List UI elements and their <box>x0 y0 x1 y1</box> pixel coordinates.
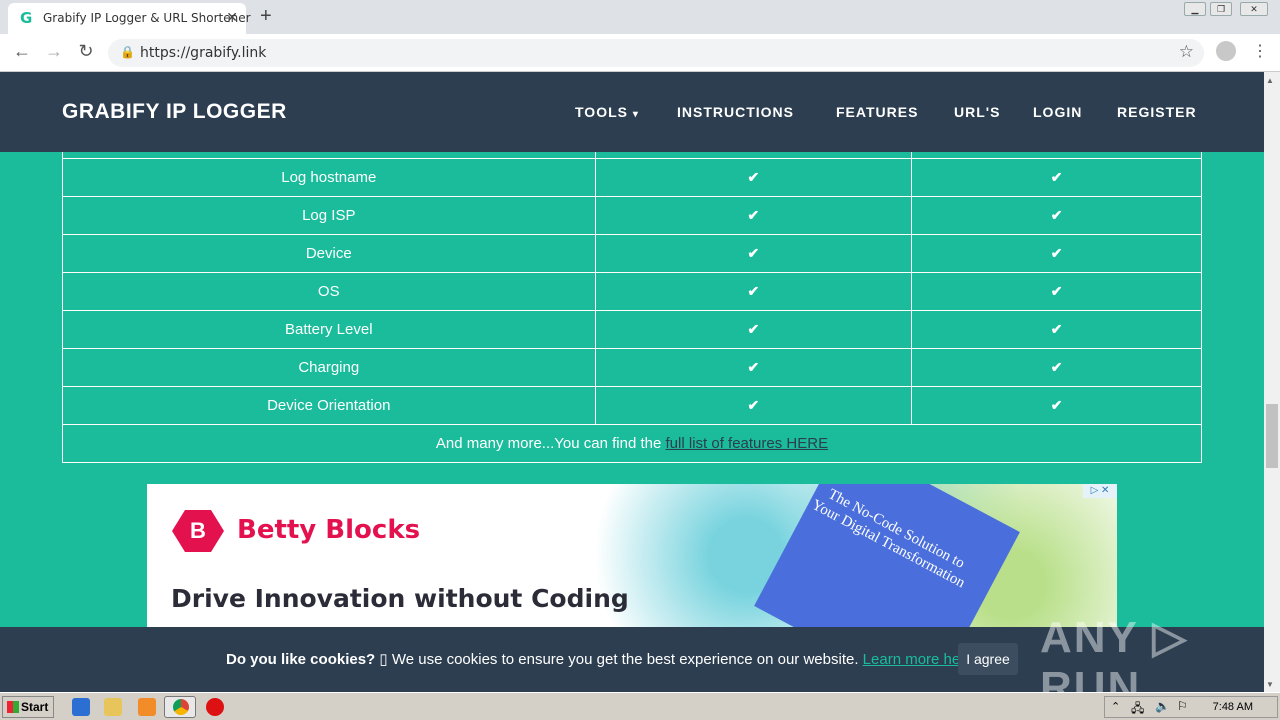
start-button[interactable]: Start <box>2 696 54 718</box>
cookie-body: We use cookies to ensure you get the bes… <box>387 651 863 668</box>
advertisement-banner[interactable]: The No-Code Solution to Your Digital Tra… <box>147 484 1117 627</box>
check-icon: ✔ <box>1050 282 1063 299</box>
feature-name: Charging <box>62 347 596 387</box>
page-scrollbar[interactable] <box>1264 72 1280 692</box>
windows-logo-icon <box>7 701 19 713</box>
feature-name: Device <box>62 233 596 273</box>
check-icon: ✔ <box>747 244 760 261</box>
table-row: Battery Level ✔ ✔ <box>62 309 1202 349</box>
check-icon: ✔ <box>1050 244 1063 261</box>
check-icon: ✔ <box>747 168 760 185</box>
chrome-icon <box>173 699 189 715</box>
features-table: Log hostname ✔ ✔ Log ISP ✔ ✔ Device ✔ ✔ … <box>62 152 1202 463</box>
scrollbar-thumb[interactable] <box>1266 404 1278 468</box>
nav-instructions[interactable]: INSTRUCTIONS <box>677 104 794 120</box>
action-center-flag-icon[interactable]: ⚐ <box>1177 699 1188 713</box>
site-navbar: GRABIFY IP LOGGER TOOLS ▾ INSTRUCTIONS F… <box>0 72 1264 152</box>
full-features-link[interactable]: full list of features HERE <box>666 435 829 452</box>
ad-brand: Betty Blocks <box>237 515 421 545</box>
learn-more-link[interactable]: Learn more here <box>863 651 974 668</box>
check-icon: ✔ <box>747 320 760 337</box>
check-icon: ✔ <box>1050 168 1063 185</box>
grabify-favicon-icon: G <box>20 9 33 27</box>
table-row: Log ISP ✔ ✔ <box>62 195 1202 235</box>
start-label: Start <box>21 700 49 714</box>
close-window-icon[interactable]: ✕ <box>1240 2 1268 16</box>
system-tray: ⌃ 🖧 🔈 ⚐ 7:48 AM <box>1104 696 1278 718</box>
check-icon: ✔ <box>747 396 760 413</box>
windows-taskbar: Start ⌃ 🖧 🔈 ⚐ 7:48 AM <box>0 692 1280 720</box>
chrome-taskbar-button[interactable] <box>164 696 196 718</box>
address-bar[interactable]: 🔒 https://grabify.link ☆ <box>108 39 1204 67</box>
nav-urls[interactable]: URL'S <box>954 104 1000 120</box>
new-tab-icon[interactable]: + <box>260 5 272 28</box>
feature-name: Log hostname <box>62 157 596 197</box>
agree-button[interactable]: I agree <box>958 643 1018 675</box>
clock[interactable]: 7:48 AM <box>1213 701 1253 713</box>
table-row: Device ✔ ✔ <box>62 233 1202 273</box>
lock-icon: 🔒 <box>120 45 135 59</box>
nav-tools-label: TOOLS <box>575 104 628 120</box>
table-row: Device Orientation ✔ ✔ <box>62 385 1202 425</box>
check-icon: ✔ <box>1050 206 1063 223</box>
profile-avatar-icon[interactable] <box>1216 41 1236 61</box>
close-tab-icon[interactable]: ✕ <box>226 9 238 26</box>
reload-icon[interactable]: ↻ <box>74 41 98 62</box>
browser-tab[interactable]: G Grabify IP Logger & URL Shortener ✕ <box>8 3 251 34</box>
nav-login[interactable]: LOGIN <box>1033 104 1082 120</box>
feature-name: Battery Level <box>62 309 596 349</box>
ad-headline: Drive Innovation without Coding <box>171 584 629 613</box>
nav-register[interactable]: REGISTER <box>1117 104 1197 120</box>
feature-name: OS <box>62 271 596 311</box>
site-brand[interactable]: GRABIFY IP LOGGER <box>62 100 287 124</box>
check-icon: ✔ <box>1050 320 1063 337</box>
cookie-emoji-icon: ▯ <box>379 651 388 668</box>
feature-name: Device Orientation <box>62 385 596 425</box>
network-icon[interactable]: 🖧 <box>1131 699 1144 720</box>
check-icon: ✔ <box>747 358 760 375</box>
check-icon: ✔ <box>1050 358 1063 375</box>
nav-features[interactable]: FEATURES <box>836 104 918 120</box>
browser-menu-icon[interactable]: ⋮ <box>1252 41 1268 61</box>
restore-window-icon[interactable]: ❐ <box>1210 2 1232 16</box>
url-text: https://grabify.link <box>140 45 267 61</box>
media-player-icon[interactable] <box>138 698 156 716</box>
cookie-message: Do you like cookies? ▯ We use cookies to… <box>226 650 974 668</box>
file-explorer-icon[interactable] <box>104 698 122 716</box>
scroll-up-icon[interactable]: ▲ <box>1266 76 1274 85</box>
back-arrow-icon[interactable]: ← <box>10 41 34 62</box>
more-features-text: And many more...You can find the <box>435 434 666 452</box>
tab-title: Grabify IP Logger & URL Shortener <box>43 11 251 25</box>
browser-toolbar: ← → ↻ 🔒 https://grabify.link ☆ ⋮ <box>0 34 1280 72</box>
table-row: Log hostname ✔ ✔ <box>62 157 1202 197</box>
table-row: Charging ✔ ✔ <box>62 347 1202 387</box>
volume-icon[interactable]: 🔈 <box>1155 699 1170 713</box>
forward-arrow-icon[interactable]: → <box>42 41 66 62</box>
check-icon: ✔ <box>747 282 760 299</box>
browser-tab-bar: G Grabify IP Logger & URL Shortener ✕ + … <box>0 0 1280 34</box>
minimize-window-icon[interactable]: ▁ <box>1184 2 1206 16</box>
table-footer-row: And many more...You can find the full li… <box>62 423 1202 463</box>
internet-explorer-icon[interactable] <box>72 698 90 716</box>
opera-icon[interactable] <box>206 698 224 716</box>
bookmark-star-icon[interactable]: ☆ <box>1179 42 1194 62</box>
nav-tools[interactable]: TOOLS ▾ <box>575 104 639 120</box>
feature-name: Log ISP <box>62 195 596 235</box>
check-icon: ✔ <box>1050 396 1063 413</box>
betty-blocks-logo-icon: B <box>172 510 224 552</box>
check-icon: ✔ <box>747 206 760 223</box>
table-row: OS ✔ ✔ <box>62 271 1202 311</box>
ad-choices-icon[interactable]: ▷ ✕ <box>1083 484 1117 498</box>
tray-expand-icon[interactable]: ⌃ <box>1111 700 1120 713</box>
cookie-question: Do you like cookies? <box>226 651 376 668</box>
caret-down-icon: ▾ <box>632 109 639 120</box>
